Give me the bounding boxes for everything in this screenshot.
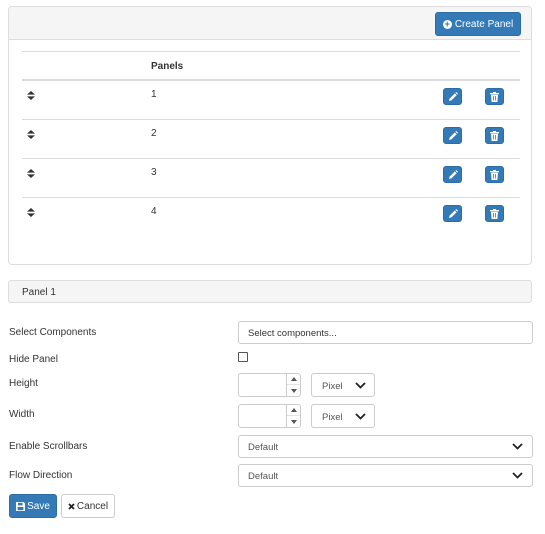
trash-icon [490,208,499,219]
panel-section-title: Panel 1 [22,287,56,298]
sort-handle-icon[interactable] [27,208,35,217]
select-components-label: Select Components [9,327,97,338]
select-components-input[interactable]: Select components... [238,321,533,344]
flow-direction-label: Flow Direction [9,470,73,481]
trash-icon [490,169,499,180]
save-button[interactable]: Save [9,494,57,518]
edit-panel-button[interactable] [443,166,462,183]
panel-number: 1 [151,89,157,100]
trash-icon [490,91,499,102]
height-spinner [286,374,300,396]
pencil-icon [448,91,458,101]
panels-table-header: Panels [22,51,520,81]
close-icon [68,502,75,510]
floppy-disk-icon [16,501,26,511]
width-label: Width [9,409,35,420]
enable-scrollbars-label: Enable Scrollbars [9,441,88,452]
delete-panel-button[interactable] [485,205,504,222]
save-label: Save [27,500,50,512]
flow-direction-select[interactable]: Default [238,464,533,487]
panels-table: Panels 1 2 3 4 [22,51,520,237]
width-input[interactable] [238,404,301,428]
height-increment[interactable] [287,374,300,385]
chevron-down-icon [355,413,366,420]
pencil-icon [448,130,458,140]
table-row: 3 [22,159,520,198]
create-panel-button[interactable]: + Create Panel [435,12,521,36]
enable-scrollbars-select[interactable]: Default [238,435,533,458]
flow-direction-value: Default [248,471,279,482]
delete-panel-button[interactable] [485,88,504,105]
caret-down-icon [290,419,297,424]
height-unit-select[interactable]: Pixel [311,373,375,397]
hide-panel-checkbox[interactable] [238,352,248,362]
panel-number: 2 [151,128,157,139]
panel-number: 3 [151,167,157,178]
table-row: 1 [22,81,520,120]
panels-column-header: Panels [151,61,184,72]
table-row: 4 [22,198,520,237]
width-unit-value: Pixel [322,412,343,423]
enable-scrollbars-value: Default [248,442,279,453]
select-components-placeholder: Select components... [248,328,337,339]
height-unit-value: Pixel [322,381,343,392]
chevron-down-icon [512,443,523,450]
chevron-down-icon [512,472,523,479]
sort-handle-icon[interactable] [27,91,35,100]
width-decrement[interactable] [287,416,300,427]
hide-panel-label: Hide Panel [9,354,58,365]
delete-panel-button[interactable] [485,127,504,144]
panel-number: 4 [151,206,157,217]
create-panel-label: Create Panel [454,18,514,30]
height-decrement[interactable] [287,385,300,396]
cancel-button[interactable]: Cancel [61,494,115,518]
panels-card-header: + Create Panel [9,7,531,40]
cancel-label: Cancel [76,500,109,512]
height-input[interactable] [238,373,301,397]
plus-circle-icon: + [442,18,452,29]
width-increment[interactable] [287,405,300,416]
edit-panel-button[interactable] [443,127,462,144]
table-row: 2 [22,120,520,159]
edit-panel-button[interactable] [443,205,462,222]
chevron-down-icon [355,382,366,389]
edit-panel-button[interactable] [443,88,462,105]
panel-section-header[interactable]: Panel 1 [8,280,532,303]
width-spinner [286,405,300,427]
delete-panel-button[interactable] [485,166,504,183]
pencil-icon [448,169,458,179]
sort-handle-icon[interactable] [27,130,35,139]
width-unit-select[interactable]: Pixel [311,404,375,428]
caret-up-icon [290,377,297,381]
trash-icon [490,130,499,141]
caret-up-icon [290,408,297,412]
pencil-icon [448,208,458,218]
sort-handle-icon[interactable] [27,169,35,178]
caret-down-icon [290,388,297,393]
height-label: Height [9,378,38,389]
panels-card: + Create Panel Panels 1 2 3 4 [8,6,532,265]
